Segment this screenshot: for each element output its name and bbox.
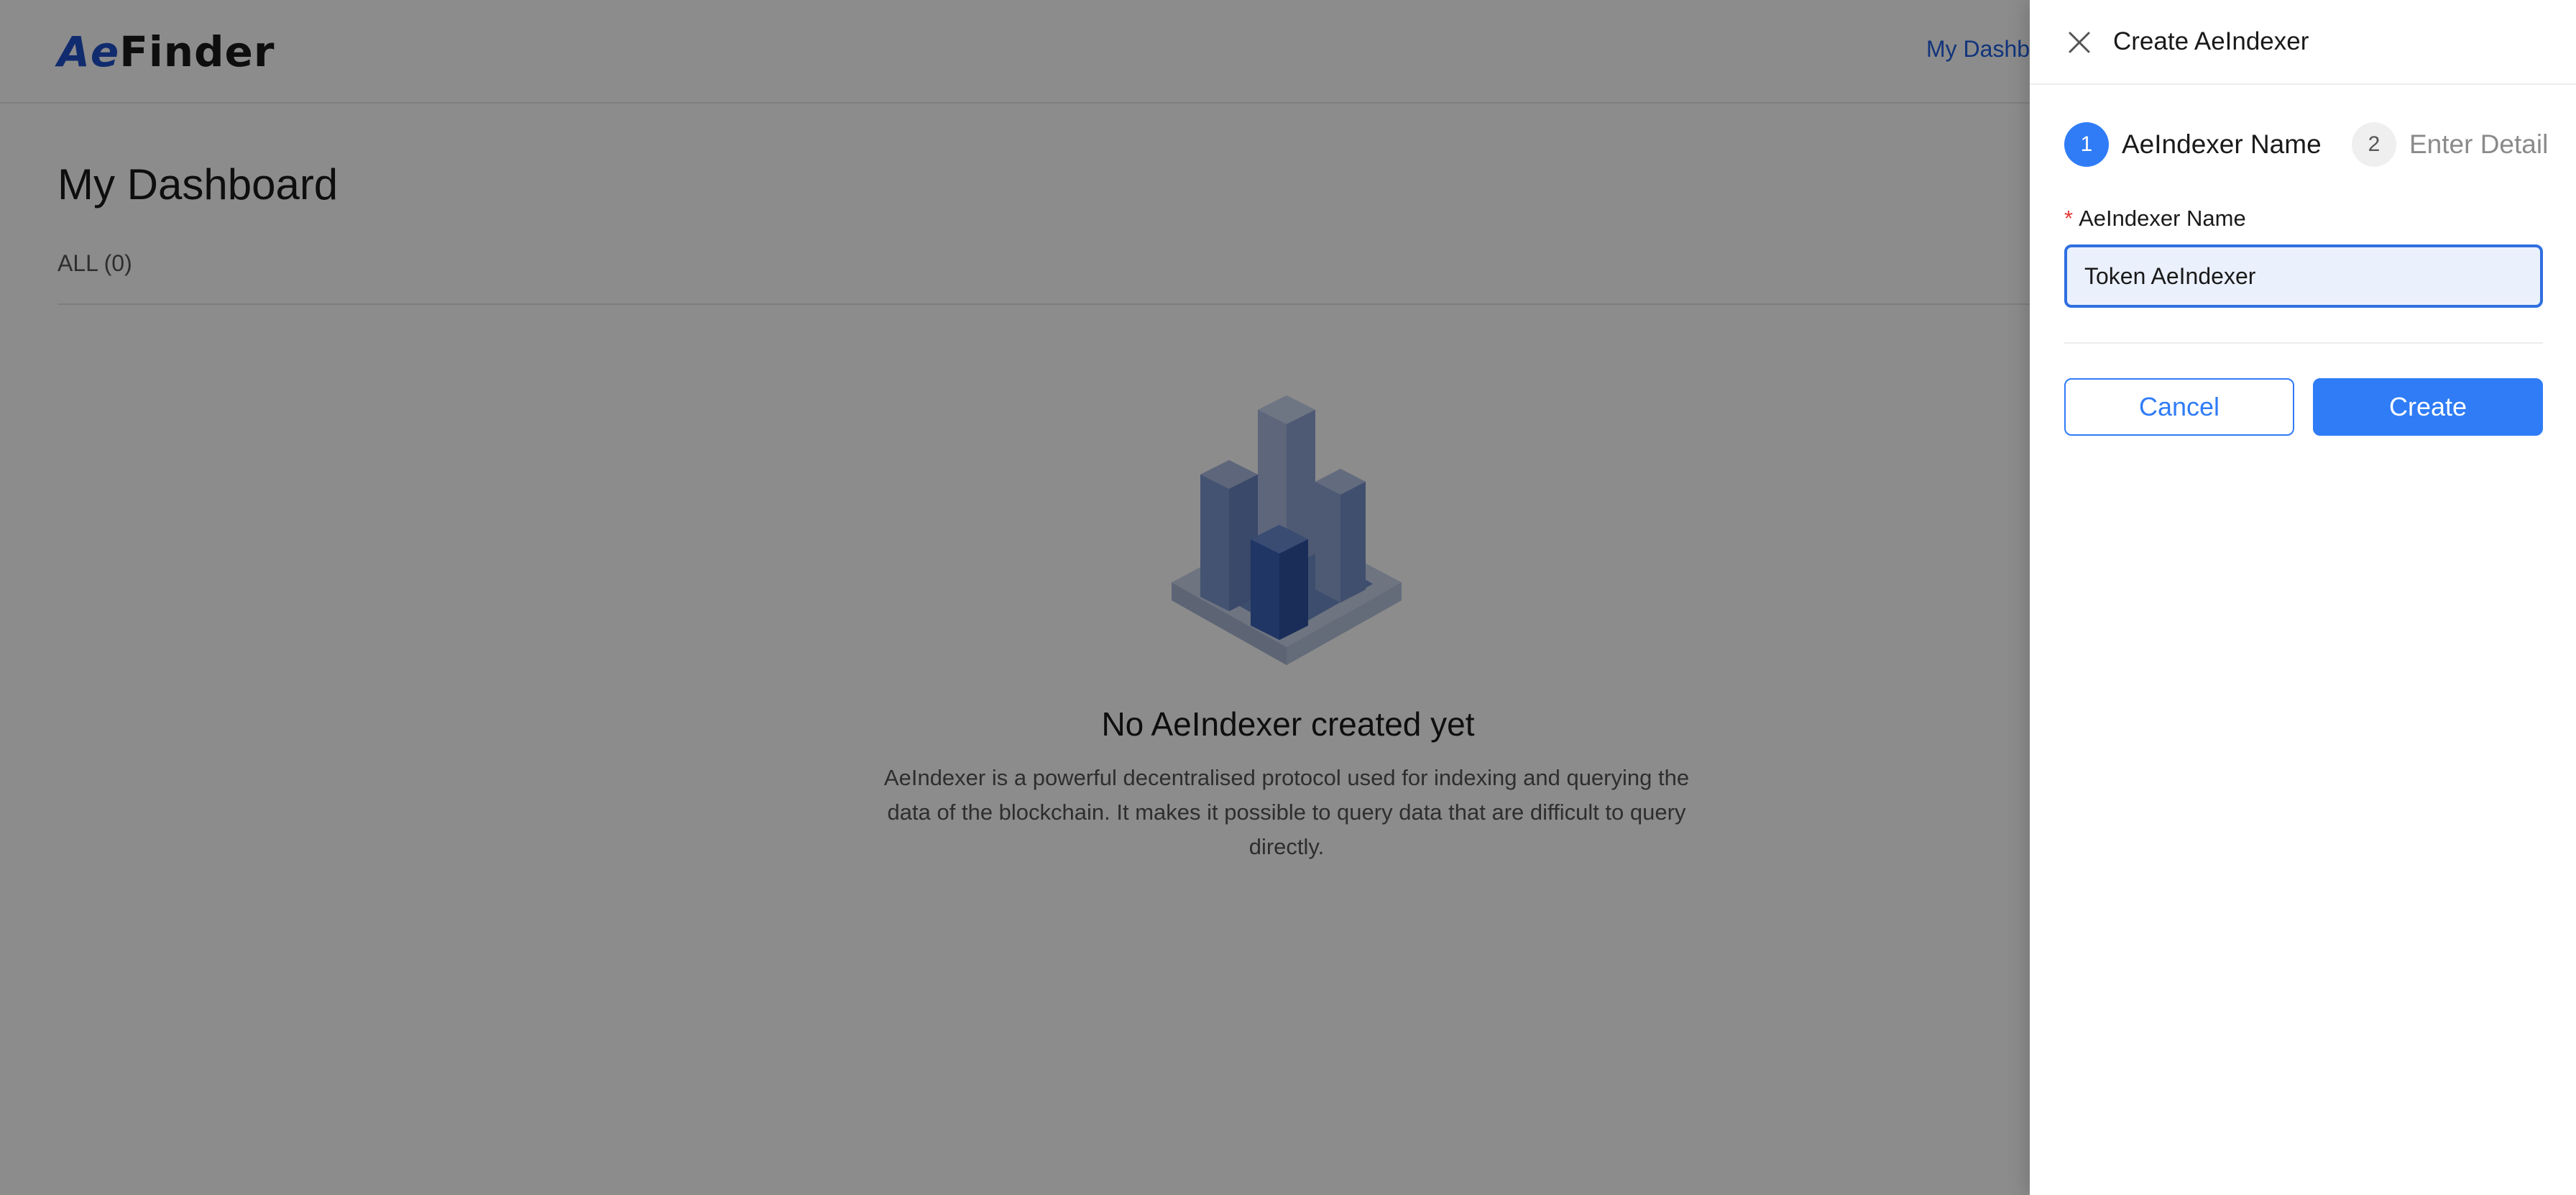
drawer-header: Create AeIndexer	[2030, 0, 2576, 85]
create-aeindexer-drawer: Create AeIndexer 1 AeIndexer Name 2 Ente…	[2030, 0, 2576, 1195]
field-label-text: AeIndexer Name	[2079, 206, 2246, 231]
step-number-badge: 2	[2352, 122, 2396, 167]
drawer-title: Create AeIndexer	[2113, 27, 2309, 55]
step-enter-detail: 2 Enter Detail	[2352, 122, 2548, 167]
step-label: AeIndexer Name	[2122, 129, 2322, 159]
page: Ae Finder My Dashb My Dashboard ALL (0) N…	[0, 0, 2576, 1195]
cancel-button[interactable]: Cancel	[2064, 378, 2294, 436]
required-mark: *	[2064, 206, 2074, 231]
step-aeindexer-name: 1 AeIndexer Name	[2064, 122, 2322, 167]
drawer-divider	[2064, 342, 2543, 344]
aeindexer-name-input[interactable]	[2064, 244, 2543, 308]
create-button[interactable]: Create	[2313, 378, 2543, 436]
aeindexer-name-label: * AeIndexer Name	[2064, 206, 2246, 232]
step-number-badge: 1	[2064, 122, 2109, 167]
close-icon[interactable]	[2067, 30, 2092, 55]
step-label: Enter Detail	[2409, 129, 2549, 159]
modal-mask[interactable]	[0, 0, 2030, 1195]
